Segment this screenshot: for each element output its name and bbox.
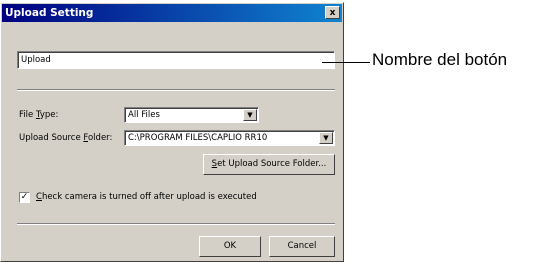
callout-label: Nombre del botón (372, 50, 508, 69)
close-icon: x (329, 8, 336, 18)
chevron-down-icon: ▼ (247, 111, 253, 119)
upload-source-folder-select[interactable]: C:\PROGRAM FILES\CAPLIO RR10 ▼ (124, 130, 335, 146)
file-type-dropdown-button[interactable]: ▼ (243, 109, 257, 121)
upload-source-folder-value: C:\PROGRAM FILES\CAPLIO RR10 (128, 133, 268, 143)
callout-line (322, 62, 370, 63)
button-name-value: Upload (21, 55, 51, 65)
ok-button[interactable]: OK (199, 236, 261, 257)
upload-setting-dialog: Upload Setting x Upload File Type: All F… (0, 2, 344, 262)
check-camera-checkbox[interactable]: ✓ (19, 192, 30, 203)
close-button[interactable]: x (325, 6, 340, 19)
set-upload-source-folder-button[interactable]: Set Upload Source Folder... (203, 154, 335, 175)
check-camera-label[interactable]: Check camera is turned off after upload … (36, 192, 257, 202)
title-bar: Upload Setting x (2, 4, 342, 22)
file-type-select[interactable]: All Files ▼ (124, 107, 259, 123)
file-type-value: All Files (128, 110, 160, 120)
button-name-input[interactable]: Upload (17, 51, 335, 69)
dialog-title: Upload Setting (5, 7, 94, 19)
upload-source-folder-label: Upload Source Folder: (19, 133, 113, 143)
chevron-down-icon: ▼ (323, 134, 329, 142)
check-mark-icon: ✓ (20, 192, 29, 202)
upload-source-folder-dropdown-button[interactable]: ▼ (319, 132, 333, 144)
file-type-label: File Type: (19, 110, 59, 120)
separator-bottom (17, 223, 335, 225)
cancel-button[interactable]: Cancel (269, 236, 335, 257)
separator-top (17, 89, 335, 91)
